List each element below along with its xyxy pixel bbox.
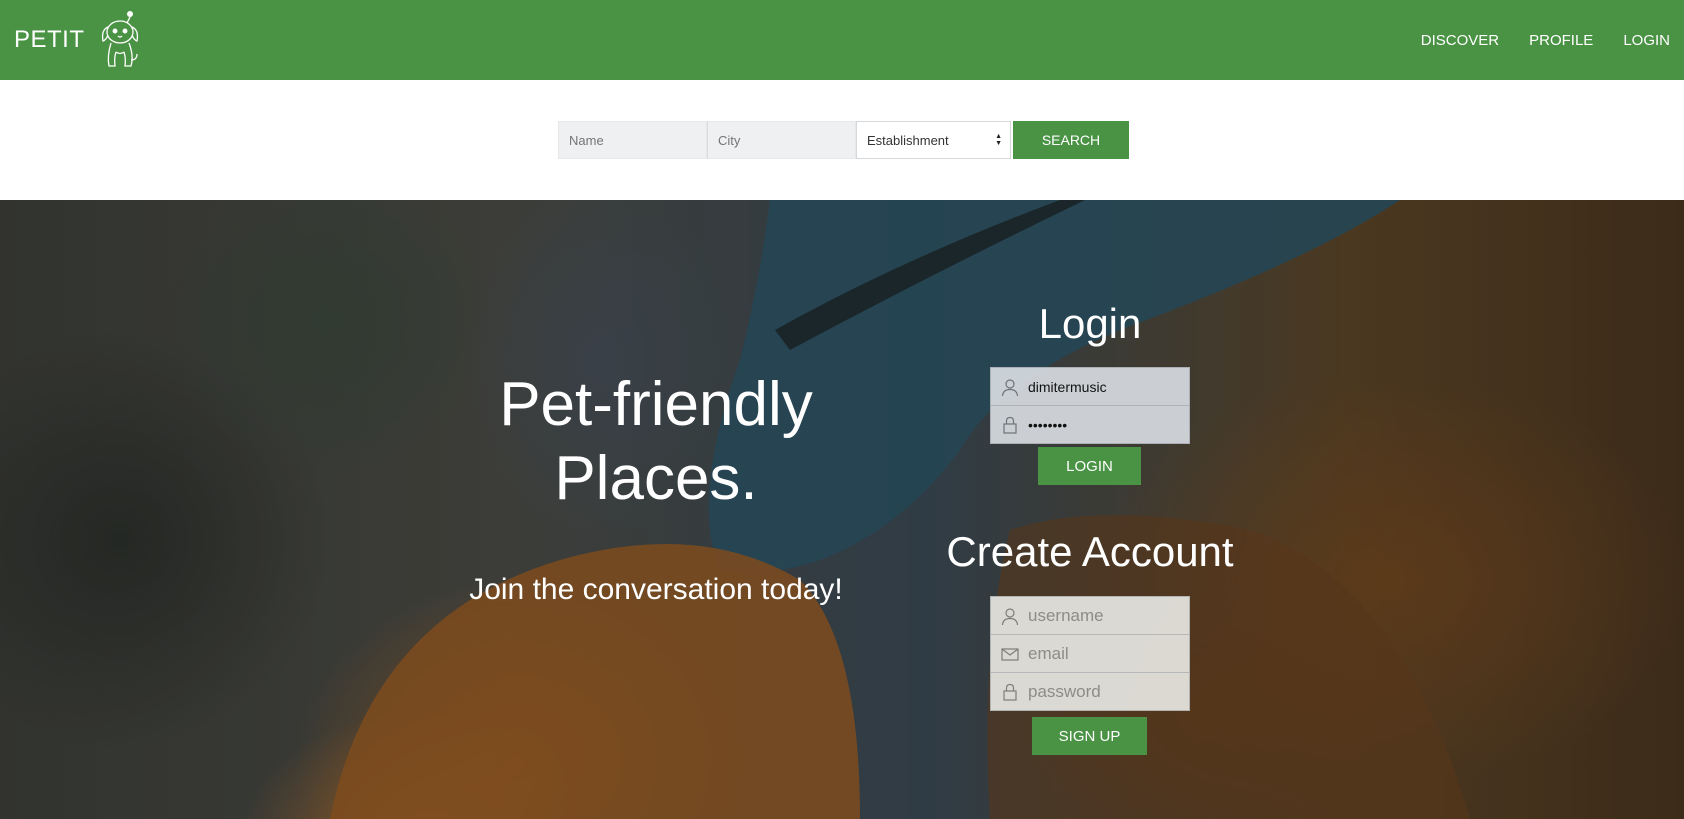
signup-email-placeholder[interactable]: email <box>1028 644 1069 664</box>
signup-button[interactable]: SIGN UP <box>1032 717 1147 755</box>
login-title: Login <box>1038 300 1142 347</box>
login-username-field[interactable]: dimitermusic <box>990 367 1190 406</box>
lock-icon <box>1003 416 1017 434</box>
brand[interactable]: PETIT <box>14 0 143 80</box>
login-form: dimitermusic •••••••• <box>990 367 1190 444</box>
search-bar: Establishment ▲▼ SEARCH <box>558 121 1129 159</box>
user-icon <box>1001 378 1019 396</box>
name-search-input[interactable] <box>558 121 707 159</box>
establishment-select[interactable]: Establishment ▲ ▼ <box>856 121 1011 159</box>
signup-password-placeholder[interactable]: password <box>1028 682 1101 702</box>
search-button[interactable]: SEARCH <box>1013 121 1129 159</box>
login-password-value[interactable]: •••••••• <box>1028 417 1067 433</box>
hero-subtagline: Join the conversation today! <box>469 573 843 606</box>
dog-logo-icon[interactable] <box>97 10 143 70</box>
nav-discover[interactable]: DISCOVER <box>1421 32 1499 49</box>
envelope-icon <box>1001 647 1019 661</box>
create-account-title: Create Account <box>946 528 1234 575</box>
signup-username-field[interactable]: username <box>990 596 1190 635</box>
nav-login[interactable]: LOGIN <box>1623 32 1670 49</box>
hero-tagline-line1: Pet-friendly <box>499 370 813 439</box>
brand-name[interactable]: PETIT <box>14 26 85 54</box>
hero-tagline-line2: Places. <box>554 444 758 513</box>
login-button[interactable]: LOGIN <box>1038 447 1141 485</box>
top-navbar: PETIT DISCOVER PROFILE LOGIN <box>0 0 1684 80</box>
main-nav: DISCOVER PROFILE LOGIN <box>1391 0 1670 80</box>
login-username-value[interactable]: dimitermusic <box>1028 379 1107 395</box>
city-search-input[interactable] <box>707 121 856 159</box>
select-arrows-icon: ▲ ▼ <box>995 133 1002 147</box>
login-password-field[interactable]: •••••••• <box>990 405 1190 444</box>
user-icon <box>1001 607 1019 625</box>
signup-password-field[interactable]: password <box>990 672 1190 711</box>
lock-icon <box>1003 683 1017 701</box>
nav-profile[interactable]: PROFILE <box>1529 32 1593 49</box>
hero-tagline: Pet-friendly Places. <box>440 368 872 516</box>
establishment-select-value: Establishment <box>867 132 949 148</box>
signup-email-field[interactable]: email <box>990 634 1190 673</box>
signup-username-placeholder[interactable]: username <box>1028 606 1104 626</box>
signup-form: username email password <box>990 596 1190 711</box>
